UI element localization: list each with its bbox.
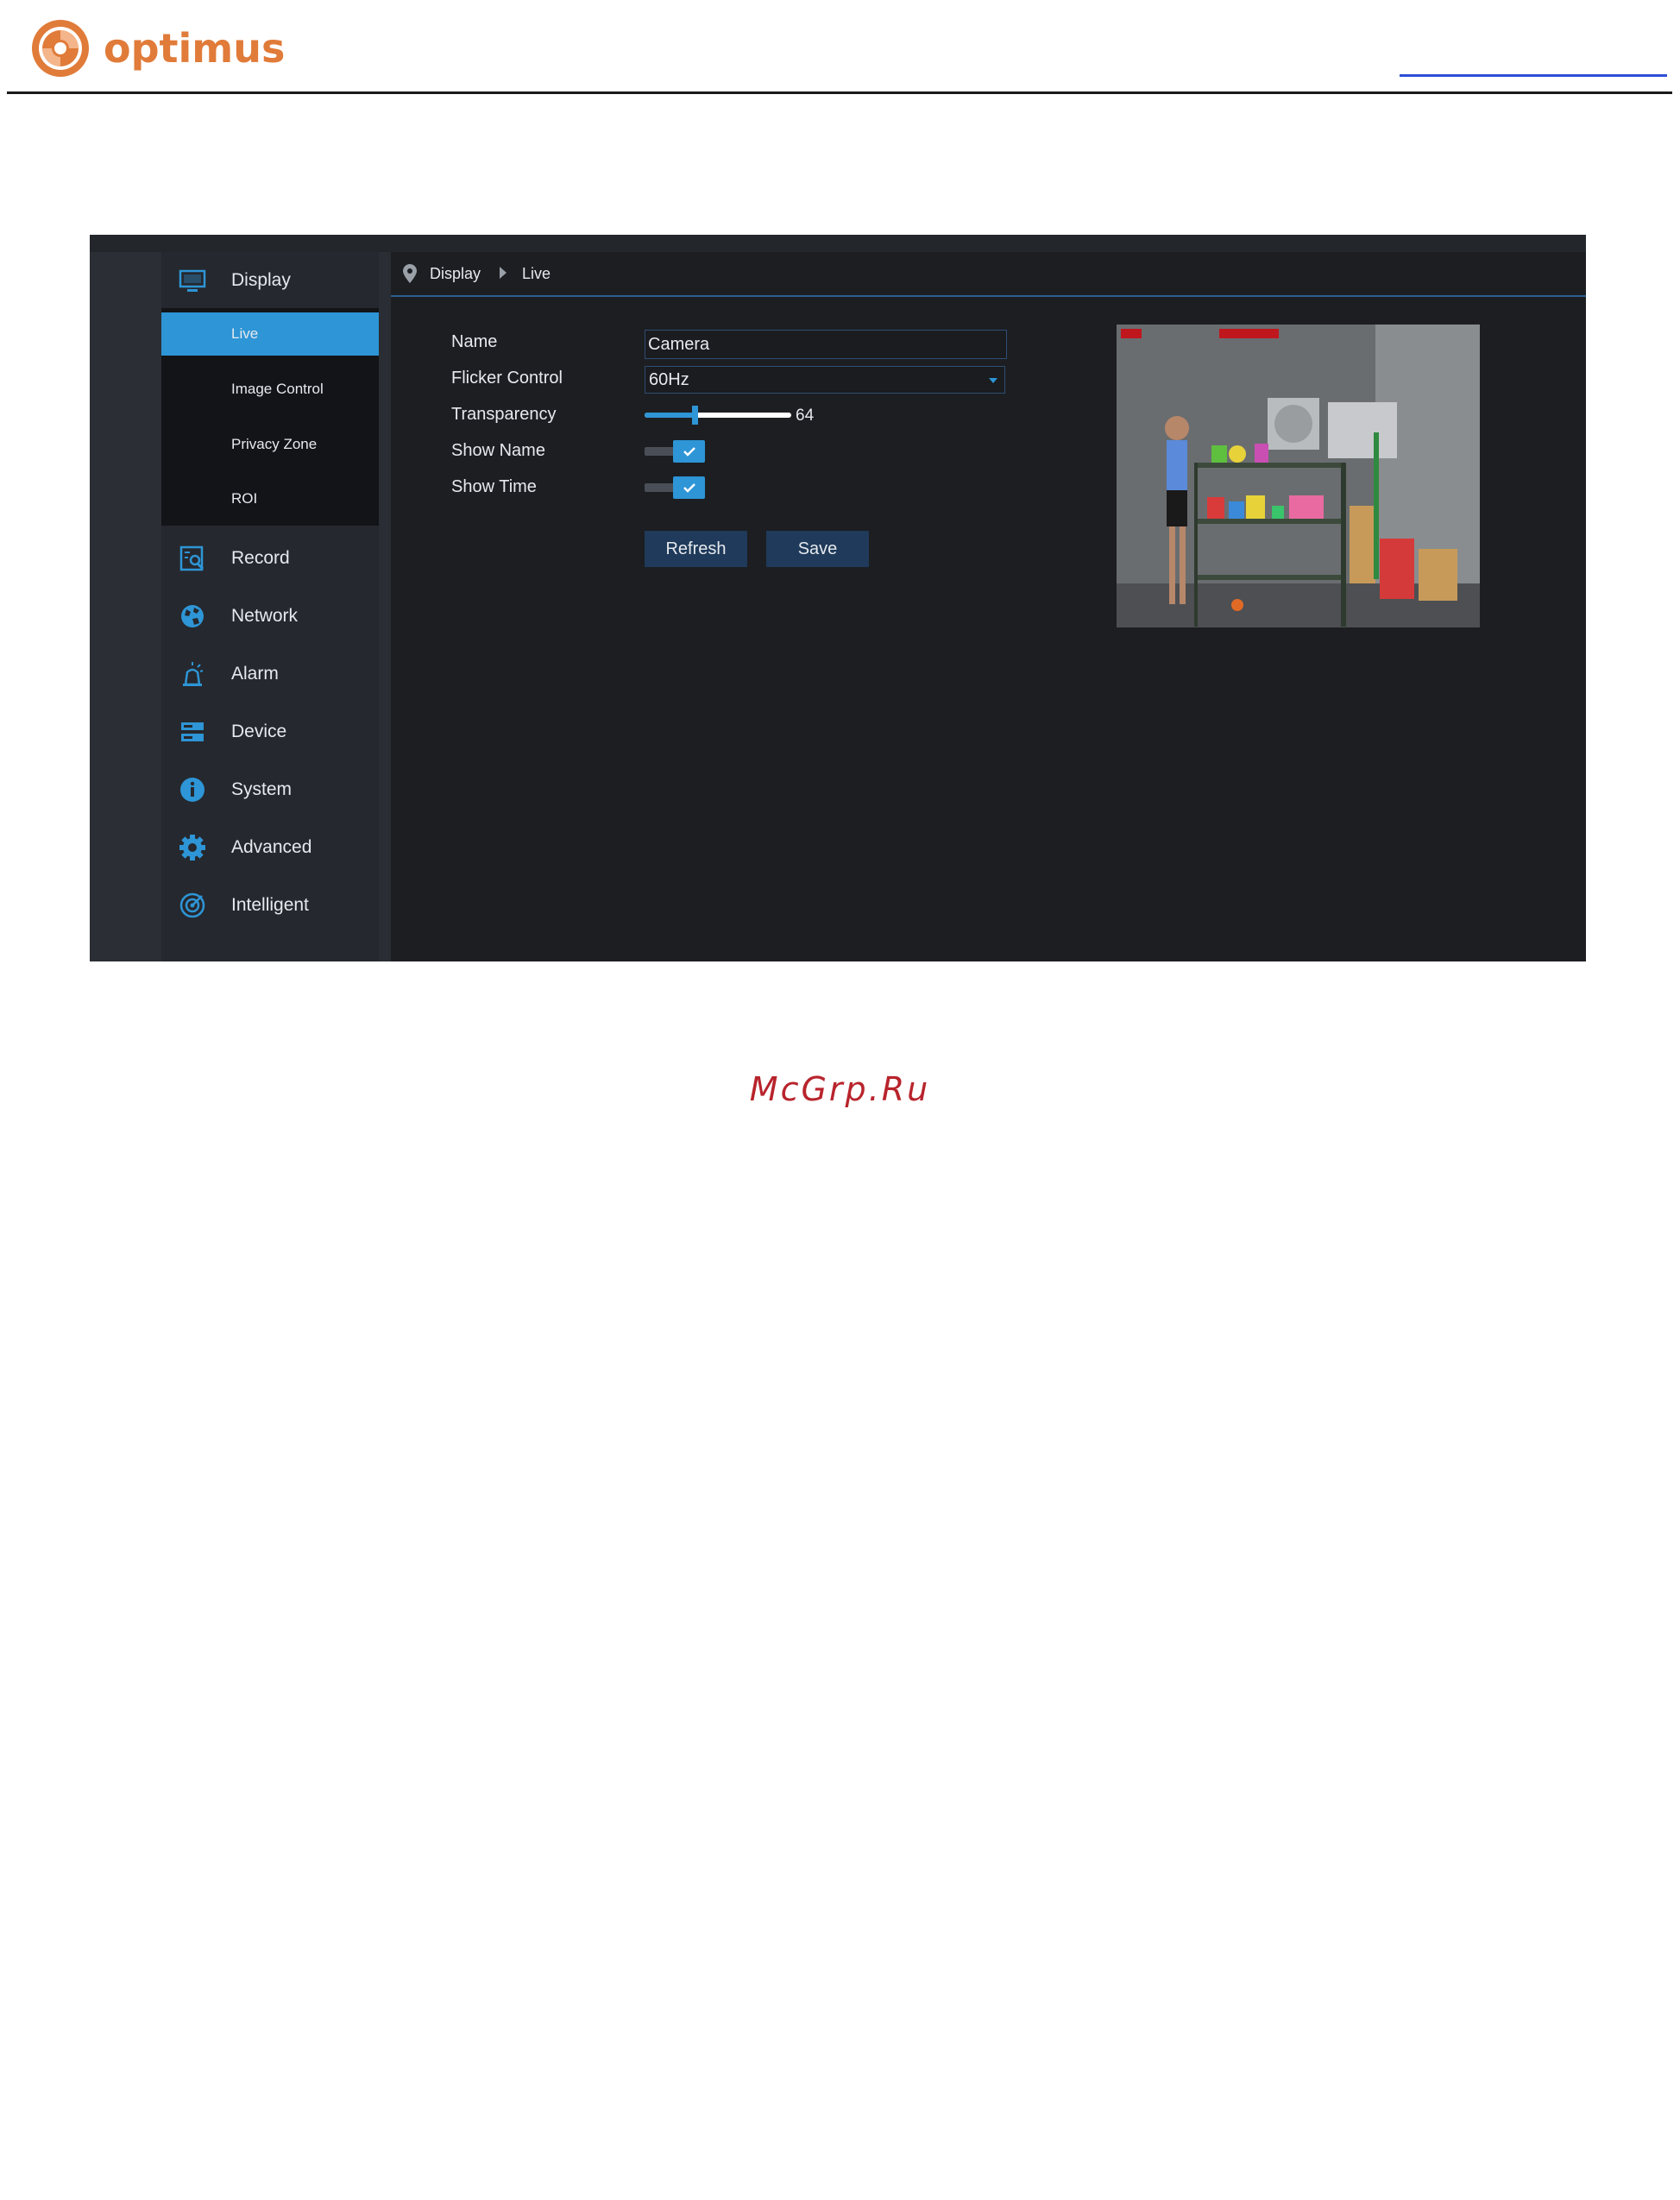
save-button[interactable]: Save	[766, 531, 869, 567]
breadcrumb: Display Live	[391, 252, 1586, 297]
monitor-icon	[179, 269, 206, 292]
document-header: optimus	[0, 0, 1680, 95]
submenu-item-label: Privacy Zone	[231, 436, 318, 452]
transparency-label: Transparency	[451, 405, 557, 424]
info-icon	[180, 778, 204, 802]
show-name-checkbox[interactable]	[645, 440, 705, 463]
sidebar-item-label: Device	[231, 722, 287, 741]
record-search-icon	[179, 545, 204, 571]
watermark: McGrp.Ru	[749, 1070, 931, 1108]
sidebar: Display Live Image Control Privacy Zone …	[161, 252, 379, 961]
sidebar-item-label: Advanced	[231, 837, 312, 857]
sidebar-item-label: Alarm	[231, 664, 279, 684]
checkmark-icon	[683, 483, 695, 493]
device-icon	[181, 722, 204, 741]
flicker-control-value: 60Hz	[649, 369, 689, 389]
submenu-item-image-control[interactable]: Image Control	[161, 368, 379, 411]
submenu-item-label: ROI	[231, 490, 258, 507]
show-name-label: Show Name	[451, 441, 545, 460]
sidebar-item-display[interactable]: Display	[161, 252, 379, 309]
breadcrumb-separator-icon	[500, 267, 507, 279]
sidebar-item-label: Record	[231, 548, 290, 568]
sidebar-item-system[interactable]: System	[161, 761, 379, 818]
transparency-value: 64	[796, 407, 815, 425]
sidebar-item-network[interactable]: Network	[161, 588, 379, 645]
chevron-down-icon	[989, 378, 997, 383]
optimus-logo: optimus	[29, 17, 285, 79]
nvr-settings-screen: Display Live Image Control Privacy Zone …	[90, 235, 1586, 961]
submenu-item-label: Image Control	[231, 381, 324, 397]
checkmark-icon	[683, 447, 695, 457]
transparency-slider[interactable]	[645, 404, 791, 426]
optimus-logo-icon	[32, 20, 89, 77]
display-submenu: Live Image Control Privacy Zone ROI	[161, 308, 379, 526]
window-top-bar	[90, 235, 1586, 252]
submenu-item-roi[interactable]: ROI	[161, 477, 379, 520]
content-panel: Display Live Name Camera Flicker Control…	[391, 252, 1586, 961]
sidebar-item-alarm[interactable]: Alarm	[161, 646, 379, 703]
camera-preview-image	[1117, 325, 1480, 627]
sidebar-item-record[interactable]: Record	[161, 530, 379, 587]
sidebar-item-intelligent[interactable]: Intelligent	[161, 877, 379, 934]
breadcrumb-display[interactable]: Display	[430, 265, 481, 283]
osd-time-badge	[1219, 329, 1279, 338]
radar-icon	[179, 892, 205, 918]
header-link-underline[interactable]	[1400, 74, 1667, 77]
slider-thumb[interactable]	[691, 406, 698, 425]
osd-camera-name-badge	[1121, 329, 1142, 338]
sidebar-item-device[interactable]: Device	[161, 703, 379, 760]
sidebar-item-label: Display	[231, 270, 291, 290]
refresh-button[interactable]: Refresh	[645, 531, 747, 567]
sidebar-item-label: Network	[231, 606, 299, 626]
header-divider	[7, 91, 1672, 94]
location-pin-icon	[403, 264, 417, 283]
sidebar-item-label: Intelligent	[231, 895, 309, 915]
sidebar-item-label: System	[231, 779, 293, 799]
gear-icon	[179, 835, 205, 860]
submenu-item-label: Live	[231, 325, 259, 342]
brand-name: optimus	[104, 25, 286, 72]
submenu-item-privacy-zone[interactable]: Privacy Zone	[161, 423, 379, 466]
toggle-box	[673, 476, 705, 499]
live-preview	[1117, 325, 1480, 627]
flicker-control-select[interactable]: 60Hz	[645, 366, 1005, 394]
breadcrumb-live: Live	[522, 264, 551, 282]
slider-fill	[645, 413, 695, 418]
show-time-checkbox[interactable]	[645, 476, 705, 499]
alarm-icon	[183, 662, 204, 686]
submenu-item-live[interactable]: Live	[161, 312, 379, 356]
sidebar-item-advanced[interactable]: Advanced	[161, 819, 379, 876]
name-label: Name	[451, 332, 498, 351]
toggle-box	[673, 440, 705, 463]
flicker-control-label: Flicker Control	[451, 369, 563, 388]
name-input[interactable]: Camera	[645, 330, 1007, 359]
globe-icon	[181, 605, 204, 627]
left-gutter	[90, 252, 161, 961]
show-time-label: Show Time	[451, 477, 537, 496]
